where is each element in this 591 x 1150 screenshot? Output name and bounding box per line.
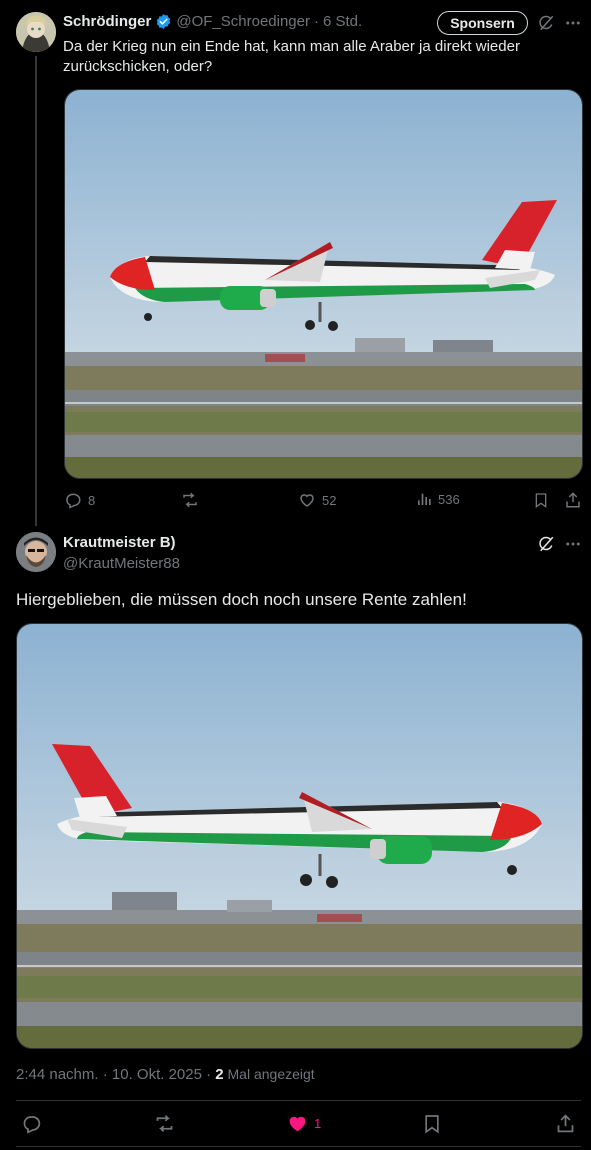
tweet1-header: Schrödinger @OF_Schroedinger · 6 Std. <box>63 11 362 31</box>
sponsor-label: Sponsern <box>450 15 515 31</box>
bookmark-icon-2[interactable] <box>422 1113 442 1134</box>
like-count-2: 1 <box>314 1116 322 1131</box>
tweet2-meta: 2:44 nachm. · 10. Okt. 2025 · 2 Mal ange… <box>16 1066 315 1083</box>
share-icon-2[interactable] <box>555 1113 576 1134</box>
tweet2-view-label: Mal angezeigt <box>223 1066 315 1082</box>
views-count: 536 <box>438 491 460 507</box>
tweet2-photo[interactable] <box>16 623 583 1049</box>
tweet1-time[interactable]: 6 Std. <box>323 13 362 30</box>
more-icon[interactable] <box>564 14 582 32</box>
views-icon <box>416 491 432 507</box>
like-button[interactable]: 52 <box>298 491 336 509</box>
divider-top <box>16 1100 581 1101</box>
like-icon-filled <box>287 1113 308 1134</box>
bookmark-icon[interactable] <box>533 491 549 509</box>
tweet1-handle[interactable]: @OF_Schroedinger <box>176 13 310 30</box>
grok-icon[interactable] <box>537 14 555 32</box>
like-count: 52 <box>322 492 337 508</box>
verified-badge-icon <box>155 13 172 30</box>
tweet1-photo[interactable] <box>64 89 583 479</box>
tweet2-view-count: 2 <box>215 1066 224 1083</box>
reply-count: 8 <box>88 492 96 508</box>
reply-icon-2[interactable] <box>21 1113 42 1134</box>
tweet2-timestamp[interactable]: 2:44 nachm. · 10. Okt. 2025 · <box>16 1066 215 1083</box>
avatar-krautmeister[interactable] <box>16 532 56 572</box>
grok-icon-2[interactable] <box>537 535 555 553</box>
like-button-2[interactable]: 1 <box>287 1113 321 1134</box>
retweet-button[interactable] <box>180 491 200 509</box>
tweet1-text: Da der Krieg nun ein Ende hat, kann man … <box>63 38 520 75</box>
thread-line <box>35 56 37 526</box>
share-icon[interactable] <box>564 491 582 509</box>
avatar-schroedinger[interactable] <box>16 12 56 52</box>
reply-icon <box>64 491 82 509</box>
views-button[interactable]: 536 <box>416 491 460 507</box>
tweet1-separator: · <box>313 12 319 30</box>
tweet2-display-name[interactable]: Krautmeister B) <box>63 534 176 551</box>
more-icon-2[interactable] <box>564 535 582 553</box>
retweet-icon <box>180 491 200 509</box>
tweet1-display-name[interactable]: Schrödinger <box>63 13 151 30</box>
reply-button[interactable]: 8 <box>64 491 95 509</box>
divider-bottom <box>16 1146 581 1147</box>
tweet2-handle[interactable]: @KrautMeister88 <box>63 555 180 572</box>
like-icon <box>298 491 316 509</box>
tweet2-text: Hiergeblieben, die müssen doch noch unse… <box>16 590 467 609</box>
sponsor-button[interactable]: Sponsern <box>437 11 528 35</box>
retweet-icon-2[interactable] <box>153 1113 176 1134</box>
